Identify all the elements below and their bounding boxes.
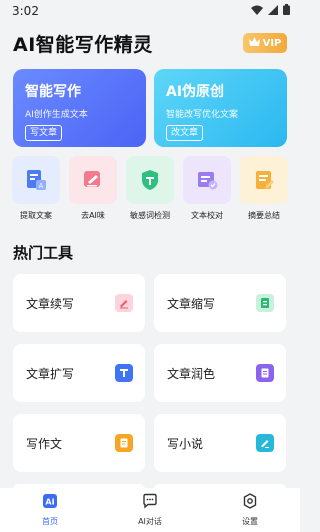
status-bar: 3:02 <box>0 0 300 22</box>
tool-label: 去AI味 <box>81 211 105 220</box>
tab-label: 设置 <box>242 517 258 526</box>
tab-label: 首页 <box>42 517 58 526</box>
rewrite-article-button[interactable]: 改文章 <box>166 125 204 141</box>
tool-sensitive-word-check[interactable]: 敏感词检测 <box>124 156 176 224</box>
remove-ai-tone-icon <box>69 156 117 204</box>
compress-icon <box>256 294 274 312</box>
hero-subtitle: 智能改写优化文案 <box>166 110 239 120</box>
hot-tool-label: 文章润色 <box>167 366 216 381</box>
tab-label: AI对话 <box>138 517 162 526</box>
hot-tool-essay[interactable]: 写作文 <box>13 414 145 472</box>
hot-tool-label: 文章续写 <box>26 296 75 311</box>
tool-summary[interactable]: 摘要总结 <box>238 156 290 224</box>
smart-writing-card[interactable]: 智能写作 AI创作生成文本 写文章 <box>13 69 146 147</box>
tool-extract-text[interactable]: A 提取文案 <box>10 156 62 224</box>
tab-home[interactable]: AI 首页 <box>10 493 90 527</box>
tool-remove-ai-tone[interactable]: 去AI味 <box>67 156 119 224</box>
hot-tool-expand[interactable]: 文章扩写 <box>13 344 145 402</box>
tab-settings[interactable]: 设置 <box>210 493 290 527</box>
hot-tool-novel[interactable]: 写小说 <box>154 414 286 472</box>
tool-label: 敏感词检测 <box>130 211 170 220</box>
tool-proofread[interactable]: 文本校对 <box>181 156 233 224</box>
bottom-tabbar: AI 首页 AI对话 设置 <box>0 488 300 532</box>
hot-tool-polish[interactable]: 文章润色 <box>154 344 286 402</box>
hot-tool-abridge[interactable]: 文章缩写 <box>154 274 286 332</box>
section-title: 热门工具 <box>13 244 74 262</box>
tool-label: 摘要总结 <box>248 211 280 220</box>
chat-bubble-icon <box>142 493 158 513</box>
status-icons <box>251 4 290 18</box>
hot-tool-label: 文章扩写 <box>26 366 75 381</box>
notebook-icon <box>115 434 133 452</box>
sensitive-word-check-icon <box>126 156 174 204</box>
hot-tool-label: 写小说 <box>167 436 204 451</box>
vip-label: VIP <box>262 37 282 49</box>
extract-text-icon: A <box>12 156 60 204</box>
tool-label: 提取文案 <box>20 211 52 220</box>
document-icon <box>256 364 274 382</box>
gear-icon <box>242 493 258 513</box>
wifi-icon <box>251 4 263 18</box>
status-time: 3:02 <box>12 4 39 18</box>
ai-rewrite-card[interactable]: AI伪原创 智能改写优化文案 改文章 <box>154 69 287 147</box>
crown-icon <box>248 37 260 49</box>
svg-text:AI: AI <box>45 498 54 507</box>
text-icon <box>115 364 133 382</box>
svg-text:A: A <box>39 182 44 190</box>
tool-label: 文本校对 <box>191 211 223 220</box>
hot-tool-label: 写作文 <box>26 436 63 451</box>
hero-subtitle: AI创作生成文本 <box>25 110 88 120</box>
vip-button[interactable]: VIP <box>243 33 287 53</box>
ai-home-icon: AI <box>42 493 58 513</box>
hero-title: AI伪原创 <box>166 84 225 100</box>
tool-row: A 提取文案 去AI味 敏感词检测 文本校对 摘要总结 <box>10 156 290 224</box>
edit-icon <box>256 434 274 452</box>
app-title: AI智能写作精灵 <box>13 33 153 56</box>
hot-tool-continue-writing[interactable]: 文章续写 <box>13 274 145 332</box>
battery-icon <box>283 4 290 18</box>
signal-icon <box>268 4 278 18</box>
hero-title: 智能写作 <box>25 84 81 100</box>
write-article-button[interactable]: 写文章 <box>25 125 63 141</box>
proofread-icon <box>183 156 231 204</box>
tab-ai-chat[interactable]: AI对话 <box>110 493 190 527</box>
app-header: AI智能写作精灵 VIP <box>13 28 287 58</box>
hot-tool-label: 文章缩写 <box>167 296 216 311</box>
pen-icon <box>115 294 133 312</box>
summary-icon <box>240 156 288 204</box>
